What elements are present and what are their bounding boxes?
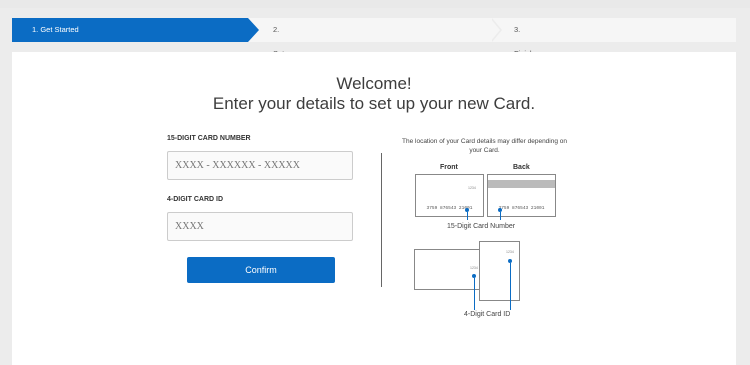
setup-panel: Welcome! Enter your details to set up yo… bbox=[12, 52, 736, 365]
confirm-button[interactable]: Confirm bbox=[187, 257, 335, 283]
magnetic-stripe bbox=[488, 180, 555, 188]
card-id-caption: 4-Digit Card ID bbox=[464, 311, 511, 318]
progress-stepper: 1. Get Started 2. Set Up 3. Finish bbox=[12, 18, 736, 82]
card-number-sample: 3759 876543 21001 bbox=[426, 206, 473, 211]
section-divider bbox=[381, 153, 382, 287]
page-subtitle: Enter your details to set up your new Ca… bbox=[212, 94, 536, 113]
card-front-image: 1234 3759 876543 21001 bbox=[415, 174, 484, 217]
card-id-sample: 1234 bbox=[468, 186, 476, 190]
step-label: 1. Get Started bbox=[32, 25, 79, 34]
front-label: Front bbox=[440, 164, 458, 171]
step-arrow bbox=[248, 18, 259, 42]
card-id-example-back: 1234 bbox=[479, 241, 520, 301]
top-bar bbox=[0, 0, 750, 8]
card-location-hint: The location of your Card details may di… bbox=[402, 138, 568, 154]
pointer-line bbox=[500, 212, 501, 220]
step-get-started: 1. Get Started bbox=[12, 18, 248, 42]
back-label: Back bbox=[513, 164, 530, 171]
card-number-caption: 15-Digit Card Number bbox=[447, 223, 516, 230]
card-number-label: 15-DIGIT CARD NUMBER bbox=[167, 135, 251, 142]
card-id-input[interactable] bbox=[167, 212, 353, 241]
card-id-sample: 1234 bbox=[470, 266, 478, 270]
pointer-line bbox=[467, 212, 468, 220]
pointer-line bbox=[510, 263, 511, 310]
card-id-example-front: 1234 bbox=[414, 249, 482, 290]
card-id-label: 4-DIGIT CARD ID bbox=[167, 196, 223, 203]
card-id-sample: 1234 bbox=[506, 250, 514, 254]
welcome-heading: Welcome! bbox=[336, 74, 412, 93]
pointer-line bbox=[474, 278, 475, 310]
card-number-input[interactable] bbox=[167, 151, 353, 180]
step-separator-inner bbox=[490, 18, 500, 42]
